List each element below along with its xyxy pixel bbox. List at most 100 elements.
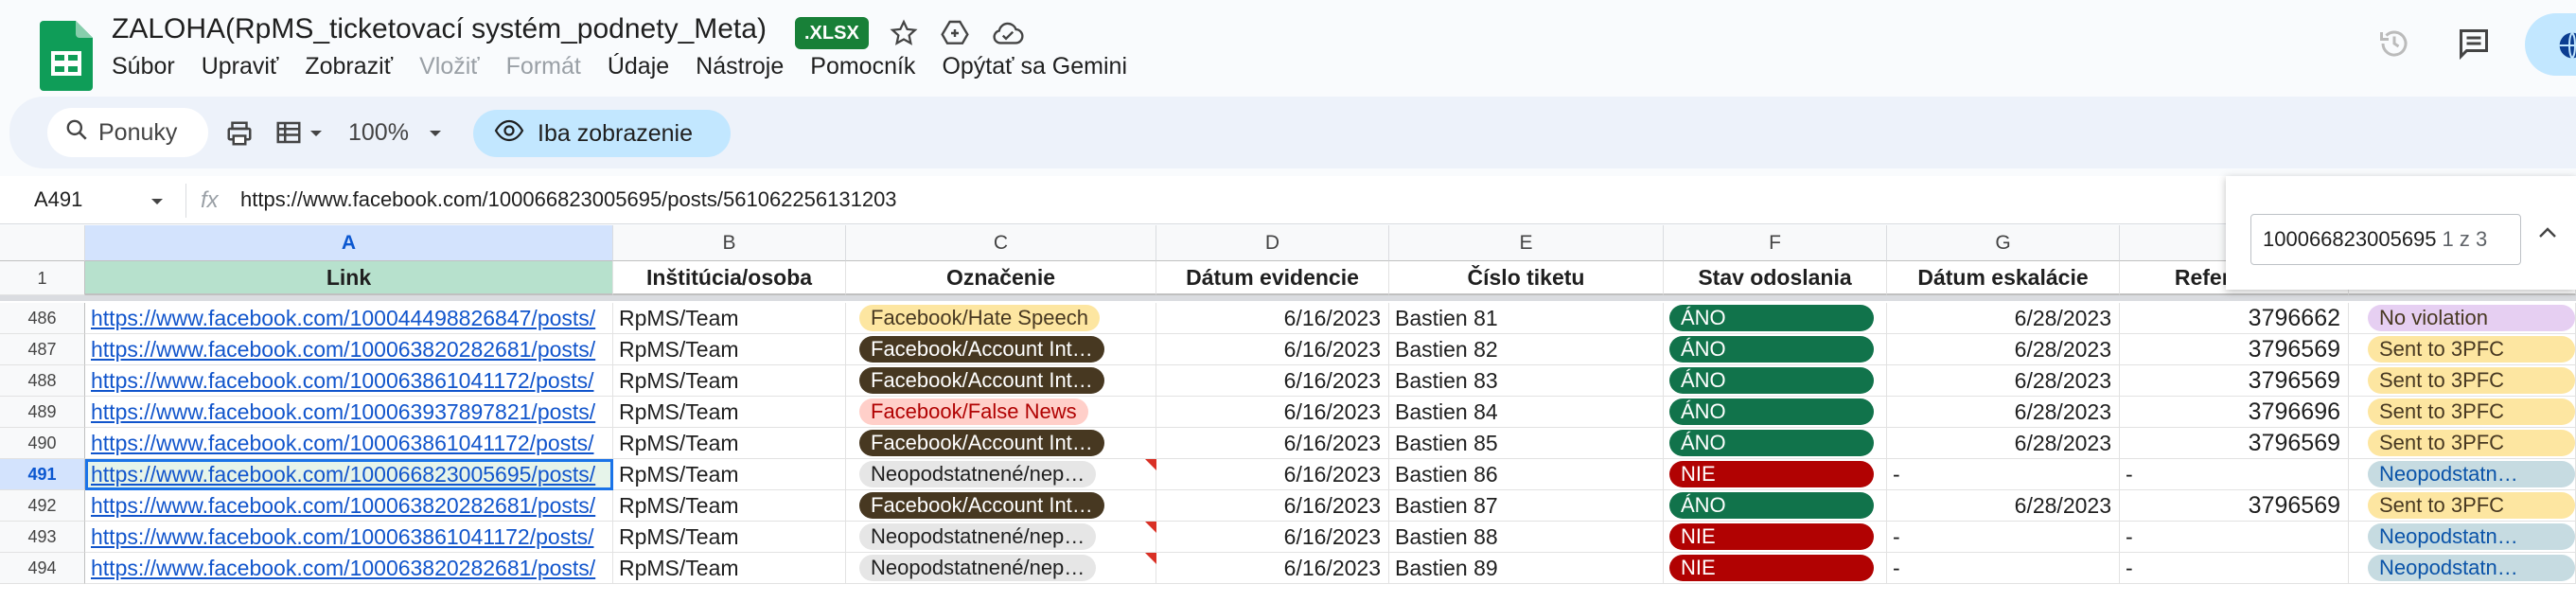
link-cell[interactable]: https://www.facebook.com/100063820282681…: [85, 553, 613, 584]
date-cell[interactable]: 6/16/2023: [1156, 553, 1389, 584]
date-cell[interactable]: 6/16/2023: [1156, 490, 1389, 522]
result-chip[interactable]: Sent to 3PFC: [2368, 367, 2575, 394]
label-chip[interactable]: Facebook/Account Int…: [859, 336, 1104, 363]
name-box-chevron-down-icon[interactable]: [150, 195, 165, 212]
link-cell[interactable]: https://www.facebook.com/100063937897821…: [85, 397, 613, 428]
link-cell[interactable]: https://www.facebook.com/100063820282681…: [85, 334, 613, 365]
view-mode-icon[interactable]: [274, 117, 303, 152]
post-link[interactable]: https://www.facebook.com/100063820282681…: [85, 493, 595, 519]
status-cell[interactable]: ÁNO: [1664, 428, 1887, 459]
ticket-cell[interactable]: Bastien 81: [1389, 303, 1664, 334]
star-icon[interactable]: [886, 15, 922, 51]
ticket-cell[interactable]: Bastien 83: [1389, 365, 1664, 397]
reference-cell[interactable]: 3796696: [2120, 397, 2349, 428]
result-chip[interactable]: Neopodstatn…: [2368, 523, 2575, 550]
share-button[interactable]: [2525, 13, 2576, 76]
escalation-date-cell[interactable]: 6/28/2023: [1887, 397, 2120, 428]
result-chip[interactable]: No violation: [2368, 305, 2575, 331]
status-chip[interactable]: NIE: [1669, 461, 1874, 487]
comments-icon[interactable]: [2449, 19, 2498, 68]
label-cell[interactable]: Neopodstatnené/nep…: [846, 459, 1156, 490]
date-cell[interactable]: 6/16/2023: [1156, 365, 1389, 397]
ticket-cell[interactable]: Bastien 87: [1389, 490, 1664, 522]
reference-cell[interactable]: 3796569: [2120, 428, 2349, 459]
sheets-logo-icon[interactable]: [40, 21, 93, 91]
print-icon[interactable]: [225, 119, 254, 152]
column-header-c[interactable]: C: [846, 225, 1156, 261]
status-cell[interactable]: NIE: [1664, 522, 1887, 553]
ticket-cell[interactable]: Bastien 85: [1389, 428, 1664, 459]
result-chip[interactable]: Sent to 3PFC: [2368, 492, 2575, 519]
link-cell[interactable]: https://www.facebook.com/100063861041172…: [85, 365, 613, 397]
status-chip[interactable]: NIE: [1669, 523, 1874, 550]
link-cell[interactable]: https://www.facebook.com/100063820282681…: [85, 490, 613, 522]
chevron-down-icon[interactable]: [309, 127, 324, 144]
label-cell[interactable]: Facebook/Account Int…: [846, 365, 1156, 397]
status-chip[interactable]: ÁNO: [1669, 492, 1874, 519]
result-chip[interactable]: Neopodstatn…: [2368, 555, 2575, 581]
institution-cell[interactable]: RpMS/Team: [613, 397, 846, 428]
version-history-icon[interactable]: [2370, 19, 2419, 68]
result-cell[interactable]: No violation: [2349, 303, 2576, 334]
header-cell-col-g[interactable]: Dátum eskalácie: [1887, 261, 2120, 295]
ticket-cell[interactable]: Bastien 89: [1389, 553, 1664, 584]
header-cell-col-c[interactable]: Označenie: [846, 261, 1156, 295]
escalation-date-cell[interactable]: 6/28/2023: [1887, 334, 2120, 365]
reference-cell[interactable]: -: [2120, 553, 2349, 584]
date-cell[interactable]: 6/16/2023: [1156, 397, 1389, 428]
label-cell[interactable]: Neopodstatnené/nep…: [846, 553, 1156, 584]
institution-cell[interactable]: RpMS/Team: [613, 334, 846, 365]
ticket-cell[interactable]: Bastien 84: [1389, 397, 1664, 428]
post-link[interactable]: https://www.facebook.com/100066823005695…: [85, 462, 595, 487]
label-chip[interactable]: Facebook/Account Int…: [859, 367, 1104, 394]
escalation-date-cell[interactable]: -: [1887, 553, 2120, 584]
institution-cell[interactable]: RpMS/Team: [613, 428, 846, 459]
label-cell[interactable]: Facebook/False News: [846, 397, 1156, 428]
frozen-row-divider[interactable]: [0, 295, 2576, 301]
document-title[interactable]: ZALOHA(RpMS_ticketovací systém_podnety_M…: [112, 13, 767, 45]
institution-cell[interactable]: RpMS/Team: [613, 522, 846, 553]
zoom-chevron-down-icon[interactable]: [428, 127, 443, 144]
result-cell[interactable]: Sent to 3PFC: [2349, 428, 2576, 459]
row-header[interactable]: 487: [0, 334, 85, 365]
reference-cell[interactable]: 3796569: [2120, 490, 2349, 522]
label-cell[interactable]: Facebook/Account Int…: [846, 334, 1156, 365]
reference-cell[interactable]: 3796569: [2120, 365, 2349, 397]
result-chip[interactable]: Neopodstatn…: [2368, 461, 2575, 487]
move-to-drive-icon[interactable]: [937, 15, 973, 51]
result-chip[interactable]: Sent to 3PFC: [2368, 336, 2575, 363]
menu-item-file[interactable]: Súbor: [112, 53, 175, 80]
status-chip[interactable]: ÁNO: [1669, 336, 1874, 363]
institution-cell[interactable]: RpMS/Team: [613, 553, 846, 584]
label-chip[interactable]: Neopodstatnené/nep…: [859, 461, 1097, 487]
menu-item-tools[interactable]: Nástroje: [696, 53, 784, 80]
post-link[interactable]: https://www.facebook.com/100044498826847…: [85, 306, 595, 331]
status-chip[interactable]: ÁNO: [1669, 367, 1874, 394]
status-cell[interactable]: NIE: [1664, 459, 1887, 490]
result-cell[interactable]: Sent to 3PFC: [2349, 365, 2576, 397]
reference-cell[interactable]: -: [2120, 522, 2349, 553]
row-header[interactable]: 493: [0, 522, 85, 553]
label-chip[interactable]: Facebook/Account Int…: [859, 430, 1104, 456]
menu-item-edit[interactable]: Upraviť: [202, 53, 279, 80]
column-header-f[interactable]: F: [1664, 225, 1887, 261]
status-cell[interactable]: ÁNO: [1664, 334, 1887, 365]
status-cell[interactable]: ÁNO: [1664, 397, 1887, 428]
formula-input[interactable]: https://www.facebook.com/100066823005695…: [240, 187, 897, 212]
post-link[interactable]: https://www.facebook.com/100063820282681…: [85, 337, 595, 363]
label-chip[interactable]: Neopodstatnené/nep…: [859, 523, 1097, 550]
result-cell[interactable]: Neopodstatn…: [2349, 522, 2576, 553]
column-header-g[interactable]: G: [1887, 225, 2120, 261]
result-chip[interactable]: Sent to 3PFC: [2368, 430, 2575, 456]
row-header[interactable]: 489: [0, 397, 85, 428]
header-cell-col-a[interactable]: Link: [85, 261, 613, 295]
institution-cell[interactable]: RpMS/Team: [613, 459, 846, 490]
column-header-a[interactable]: A: [85, 225, 613, 261]
label-cell[interactable]: Facebook/Account Int…: [846, 490, 1156, 522]
ticket-cell[interactable]: Bastien 88: [1389, 522, 1664, 553]
name-box[interactable]: A491: [34, 187, 82, 212]
status-cell[interactable]: ÁNO: [1664, 490, 1887, 522]
select-all-corner[interactable]: [0, 225, 85, 261]
link-cell[interactable]: https://www.facebook.com/100044498826847…: [85, 303, 613, 334]
institution-cell[interactable]: RpMS/Team: [613, 365, 846, 397]
